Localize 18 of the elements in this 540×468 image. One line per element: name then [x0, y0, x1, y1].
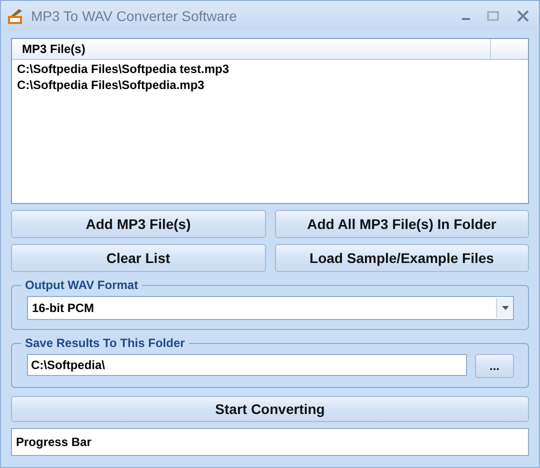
window-title: MP3 To WAV Converter Software [31, 8, 238, 24]
action-button[interactable]: Clear List [11, 244, 266, 272]
file-row[interactable]: C:\Softpedia Files\Softpedia test.mp3 [12, 60, 528, 76]
maximize-icon[interactable] [487, 11, 499, 21]
close-icon[interactable] [517, 10, 529, 22]
progress-label: Progress Bar [15, 435, 92, 449]
start-button[interactable]: Start Converting [11, 396, 529, 422]
format-dropdown[interactable]: 16-bit PCM [27, 296, 514, 320]
action-button[interactable]: Load Sample/Example Files [274, 244, 529, 272]
action-button[interactable]: Add All MP3 File(s) In Folder [274, 210, 529, 238]
group-label: Save Results To This Folder [24, 336, 186, 350]
file-row[interactable]: C:\Softpedia Files\Softpedia.mp3 [12, 76, 528, 92]
group-label: Output WAV Format [24, 278, 140, 292]
app-icon [7, 7, 25, 25]
folder-field[interactable]: C:\Softpedia\ [27, 354, 467, 376]
action-button[interactable]: Add MP3 File(s) [11, 210, 266, 238]
browse-button[interactable]: ... [475, 354, 514, 378]
caret-icon [502, 306, 508, 310]
